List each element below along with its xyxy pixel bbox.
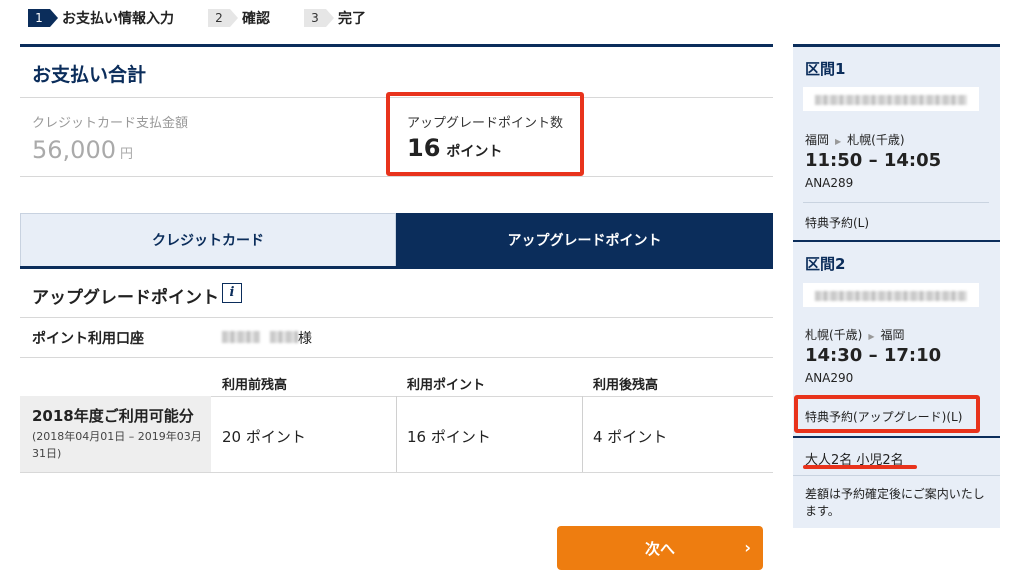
- segment-1-fare: 特典予約(L): [805, 216, 870, 230]
- segment-1-flight-number: ANA289: [805, 176, 854, 190]
- redacted-name: [222, 331, 260, 343]
- segment-2-time: 14:30 – 17:10: [805, 345, 942, 366]
- step-label: 確認: [242, 11, 270, 27]
- divider: [803, 202, 989, 203]
- point-account-label: ポイント利用口座: [32, 331, 144, 347]
- points-used-value: 16 ポイント: [407, 428, 491, 446]
- route-to: 札幌(千歳): [847, 133, 905, 147]
- step-number: 3: [304, 9, 334, 27]
- section-title: アップグレードポイント: [32, 288, 219, 308]
- credit-amount-value: 56,000: [32, 136, 116, 164]
- header-balance-before: 利用前残高: [222, 378, 288, 393]
- chevron-right-icon: ›: [744, 538, 751, 557]
- divider: [793, 475, 1000, 476]
- redacted-text: [815, 95, 967, 105]
- divider: [20, 317, 773, 318]
- route-arrow-icon: ▶: [835, 137, 842, 146]
- progress-steps: 1 お支払い情報入力 2 確認 3 完了: [28, 6, 400, 30]
- tab-underline: [20, 266, 773, 269]
- segment-2-flight-number: ANA290: [805, 371, 854, 385]
- step-number: 2: [208, 9, 238, 27]
- credit-amount-unit: 円: [119, 147, 133, 162]
- tab-upgrade-points[interactable]: アップグレードポイント: [396, 213, 773, 266]
- divider: [20, 176, 773, 177]
- highlight-underline: [803, 465, 917, 469]
- step-number: 1: [28, 9, 58, 27]
- fiscal-year-period: (2018年04月01日 – 2019年03月31日): [32, 430, 202, 460]
- step-1: 1 お支払い情報入力: [28, 8, 174, 28]
- segment-2-title: 区間2: [805, 255, 846, 273]
- next-button-label: 次へ: [644, 539, 675, 558]
- divider: [396, 396, 397, 472]
- divider: [582, 396, 583, 472]
- route-from: 札幌(千歳): [805, 328, 863, 342]
- step-2: 2 確認: [208, 8, 270, 28]
- header-balance-after: 利用後残高: [593, 378, 659, 393]
- redacted-text: [815, 291, 967, 301]
- tab-credit-card[interactable]: クレジットカード: [20, 213, 396, 266]
- redacted-name: [270, 331, 298, 343]
- redacted-flight-name: [803, 283, 979, 307]
- segment-1-route: 福岡 ▶ 札幌(千歳): [805, 131, 905, 148]
- section-divider: [20, 44, 773, 47]
- fiscal-year-title: 2018年度ご利用可能分: [32, 407, 194, 425]
- divider: [793, 436, 1000, 438]
- credit-amount-label: クレジットカード支払金額: [32, 116, 189, 131]
- header-points-used: 利用ポイント: [407, 378, 486, 393]
- segment-2-route: 札幌(千歳) ▶ 福岡: [805, 326, 905, 343]
- route-arrow-icon: ▶: [868, 332, 875, 341]
- segment-1-title: 区間1: [805, 60, 846, 78]
- highlight-box: [386, 92, 584, 176]
- account-honorific: 様: [298, 331, 312, 347]
- credit-amount: 56,000 円: [32, 136, 133, 164]
- segment-1-time: 11:50 – 14:05: [805, 150, 942, 171]
- balance-before-value: 20 ポイント: [222, 428, 306, 446]
- divider: [20, 472, 773, 473]
- fare-difference-note: 差額は予約確定後にご案内いたします。: [805, 487, 985, 518]
- step-3: 3 完了: [304, 8, 366, 28]
- next-button[interactable]: 次へ ›: [557, 526, 763, 570]
- balance-after-value: 4 ポイント: [593, 428, 668, 446]
- divider: [793, 240, 1000, 242]
- highlight-box: [794, 395, 980, 433]
- step-label: 完了: [338, 11, 366, 27]
- divider: [20, 357, 773, 358]
- step-label: お支払い情報入力: [62, 11, 174, 27]
- route-to: 福岡: [880, 328, 905, 342]
- info-icon[interactable]: i: [222, 283, 242, 303]
- redacted-flight-name: [803, 87, 979, 111]
- payment-total-title: お支払い合計: [32, 64, 147, 86]
- route-from: 福岡: [805, 133, 830, 147]
